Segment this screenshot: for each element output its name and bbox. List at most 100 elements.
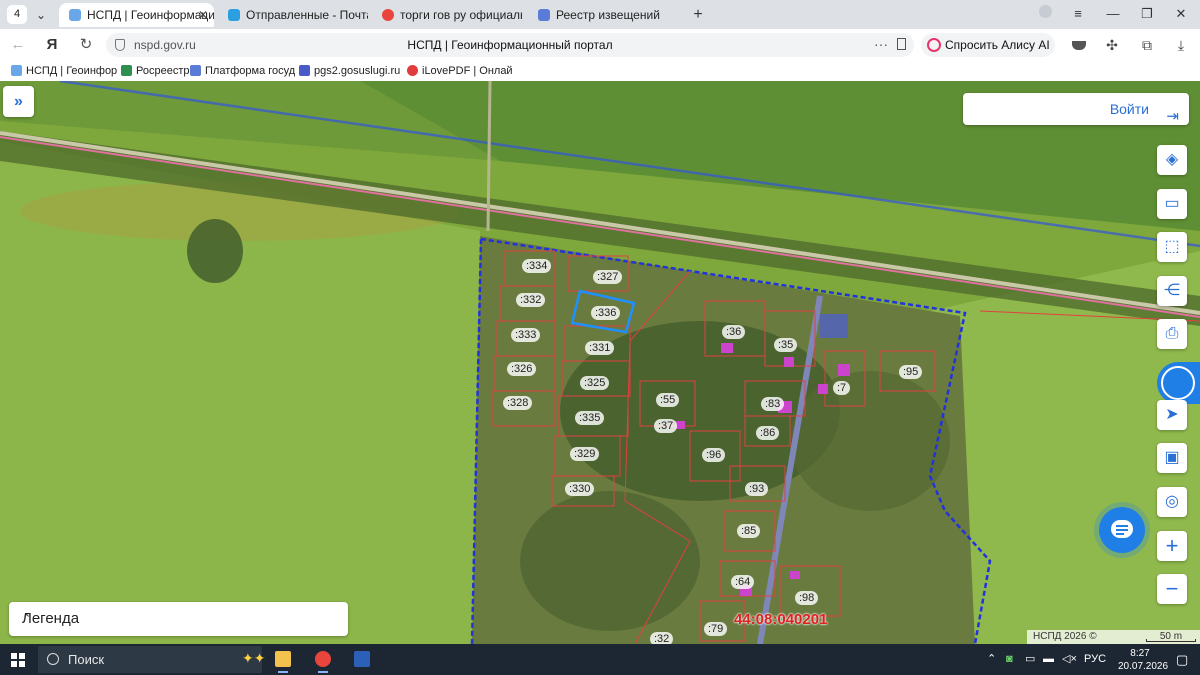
parcel-label[interactable]: :93	[745, 482, 769, 496]
parcel-label[interactable]: :325	[580, 376, 610, 390]
file-explorer-icon[interactable]	[268, 646, 298, 673]
bookmark-nspd[interactable]: НСПД | Геоинфор	[11, 64, 117, 78]
ask-alice-button[interactable]: Спросить Алису AI	[921, 33, 1055, 57]
tab-label: Реестр извещений	[556, 8, 660, 22]
wallet-icon[interactable]	[1068, 35, 1090, 55]
volume-muted-icon[interactable]: ◁×	[1062, 644, 1077, 675]
parcel-label[interactable]: :327	[593, 270, 623, 284]
parcel-label[interactable]: :32	[650, 632, 674, 644]
selected-parcel-label[interactable]: :336	[591, 306, 621, 320]
taskbar-search[interactable]: Поиск ✦✦	[38, 646, 266, 673]
address-bar[interactable]: nspd.gov.ru НСПД | Геоинформационный пор…	[106, 33, 914, 57]
windows-start-icon[interactable]	[11, 653, 25, 667]
bookmark-gosuslugi[interactable]: pgs2.gosuslugi.ru	[299, 64, 400, 78]
legend-panel[interactable]: Легенда ⌃	[9, 602, 348, 636]
word-icon[interactable]	[347, 646, 377, 673]
alice-logo-icon	[927, 38, 941, 52]
search-location-icon[interactable]: ◎	[1157, 487, 1187, 517]
menu-icon[interactable]: ≡	[1063, 4, 1093, 24]
tray-chevron-icon[interactable]: ⌃	[987, 644, 996, 675]
tab-counter[interactable]: 4	[7, 5, 27, 24]
sparkle-icon: ✦✦	[242, 650, 266, 666]
parcel-label[interactable]: :83	[761, 397, 785, 411]
parcel-label[interactable]: :328	[503, 396, 533, 410]
print-icon[interactable]: ⎙	[1157, 319, 1187, 349]
parcel-label[interactable]: :98	[795, 591, 819, 605]
yandex-browser-icon[interactable]	[308, 646, 338, 673]
panorama-icon[interactable]: ▣	[1157, 443, 1187, 473]
parcel-label[interactable]: :79	[704, 622, 728, 636]
reload-icon[interactable]: ↻	[76, 35, 96, 55]
tab-torgi[interactable]: торги гов ру официальны	[372, 3, 522, 27]
yandex-logo-icon[interactable]: Я	[42, 35, 62, 55]
parcel-label[interactable]: :55	[656, 393, 680, 407]
more-dots-icon[interactable]: ···	[874, 33, 888, 55]
gosuslugi-favicon-icon	[299, 64, 310, 76]
map-canvas[interactable]: :334 :327 :332 :336 :333 :331 :326 :325 …	[0, 81, 1200, 644]
extensions-puzzle-icon[interactable]: ✣	[1101, 35, 1123, 55]
parcel-label[interactable]: :86	[756, 426, 780, 440]
parcel-label[interactable]: :7	[833, 381, 851, 395]
parcel-label[interactable]: :331	[585, 341, 615, 355]
parcel-label[interactable]: :35	[774, 338, 798, 352]
bookmark-rosreestr[interactable]: Росреестр	[121, 64, 189, 78]
battery-icon[interactable]: ▬	[1043, 644, 1054, 675]
ruler-icon[interactable]: ▭	[1157, 189, 1187, 219]
share-icon[interactable]: ⋲	[1157, 276, 1187, 306]
parcel-label[interactable]: :95	[899, 365, 923, 379]
tab-label: Отправленные - Почта	[246, 8, 368, 22]
collections-icon[interactable]: ⧉	[1136, 35, 1158, 55]
close-tab-icon[interactable]: ✕	[198, 3, 208, 27]
tab-registry[interactable]: Реестр извещений	[528, 3, 678, 27]
login-button[interactable]: Войти ⇥	[963, 93, 1189, 125]
rosreestr-favicon-icon	[121, 64, 132, 76]
locate-arrow-icon[interactable]: ➤	[1157, 400, 1187, 430]
page-title: НСПД | Геоинформационный портал	[407, 38, 613, 52]
gosuslugi-widget-icon[interactable]	[1157, 362, 1200, 404]
parcel-label[interactable]: :85	[737, 524, 761, 538]
parcel-label[interactable]: :36	[722, 325, 746, 339]
download-icon[interactable]: ⤓	[1170, 35, 1192, 55]
expand-sidebar-button[interactable]: »	[3, 86, 34, 117]
tab-nspd[interactable]: НСПД | Геоинформаци ✕	[59, 3, 214, 27]
profile-icon[interactable]	[1030, 4, 1060, 24]
parcel-label[interactable]: :64	[731, 575, 755, 589]
tab-mail[interactable]: Отправленные - Почта	[218, 3, 368, 27]
close-window-icon[interactable]: ✕	[1166, 4, 1196, 24]
expand-collapse-icon[interactable]: ⌃	[22, 602, 334, 636]
cadastral-quarter-number[interactable]: 44:08:040201	[734, 611, 827, 628]
tab-strip: 4 ⌄ НСПД | Геоинформаци ✕ Отправленные -…	[0, 0, 1200, 29]
back-arrow-icon[interactable]: ←	[8, 35, 28, 55]
bookmark-icon[interactable]	[897, 38, 906, 50]
parcel-label[interactable]: :333	[511, 328, 541, 342]
parcel-label[interactable]: :334	[522, 259, 552, 273]
zoom-out-icon[interactable]: −	[1157, 574, 1187, 604]
network-icon[interactable]: ▭	[1025, 644, 1035, 675]
tab-label: торги гов ру официальны	[400, 8, 522, 22]
tab-list-chevron-icon[interactable]: ⌄	[32, 6, 50, 24]
parcel-label[interactable]: :326	[507, 362, 537, 376]
shield-tray-icon[interactable]: ◙	[1006, 644, 1013, 675]
bookmark-platform[interactable]: Платформа госуд	[190, 64, 295, 78]
new-tab-plus-icon[interactable]: +	[688, 5, 708, 25]
layers-icon[interactable]: ◈	[1157, 145, 1187, 175]
search-label: Поиск	[68, 652, 105, 667]
bookmark-label: Росреестр	[136, 65, 190, 77]
language-indicator[interactable]: РУС	[1084, 644, 1106, 675]
search-icon	[47, 653, 59, 665]
minimize-icon[interactable]: —	[1098, 4, 1128, 24]
notifications-icon[interactable]: ▢	[1176, 644, 1188, 675]
clock[interactable]: 8:27 20.07.2026	[1118, 647, 1168, 673]
chat-assistant-button[interactable]	[1099, 507, 1145, 553]
restore-icon[interactable]: ❐	[1132, 4, 1162, 24]
parcel-label[interactable]: :329	[570, 447, 600, 461]
parcel-label[interactable]: :96	[702, 448, 726, 462]
parcel-label[interactable]: :332	[516, 293, 546, 307]
parcel-label[interactable]: :37	[654, 419, 678, 433]
select-area-icon[interactable]: ⬚	[1157, 232, 1187, 262]
parcel-label[interactable]: :335	[575, 411, 605, 425]
parcel-label[interactable]: :330	[565, 482, 595, 496]
bookmark-ilovepdf[interactable]: iLovePDF | Онлай	[407, 64, 513, 78]
mail-favicon-icon	[228, 8, 240, 21]
zoom-in-icon[interactable]: +	[1157, 531, 1187, 561]
